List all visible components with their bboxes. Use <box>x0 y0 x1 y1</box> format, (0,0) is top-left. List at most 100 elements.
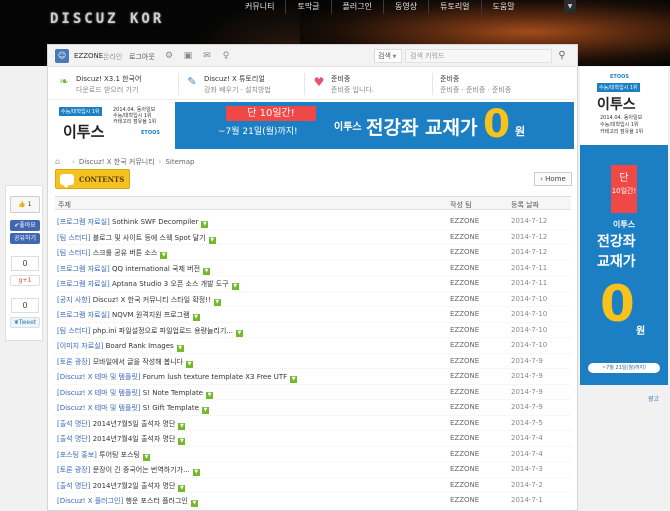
nav-plugins[interactable]: 플러그인 <box>330 0 383 14</box>
avatar[interactable]: ☺ <box>55 49 69 63</box>
chevron-down-icon[interactable]: ▼ <box>564 0 576 13</box>
row-category-link[interactable]: [출석 명단] <box>57 482 90 490</box>
row-subject-link[interactable]: 문장이 긴 중국어는 번역하기가... <box>93 466 190 474</box>
table-row[interactable]: [이미지 자료실] Board Rank Images ▼ EZZONE 2014-7… <box>55 338 571 354</box>
info-coming-soon-2[interactable]: 준비중 준비중 · 준비중 · 준비중 <box>440 73 570 97</box>
image-icon[interactable]: ▣ <box>183 51 193 61</box>
row-subject-link[interactable]: Board Rank Images <box>106 342 174 350</box>
row-category-link[interactable]: [Discuz! X 테마 및 템플릿] <box>57 404 141 412</box>
row-category-link[interactable]: [Discuz! X 테마 및 템플릿] <box>57 373 141 381</box>
table-row[interactable]: [팀 스터디] php.ini 파일설정으로 파일업로드 용량늘리기... ▼ EZ… <box>55 323 571 338</box>
table-row[interactable]: [공지 사항] Discuz! X 한국 커뮤니티 스타일 확정!! ▼ EZZON… <box>55 292 571 307</box>
table-row[interactable]: [출석 명단] 2014년7월5일 출석자 명단 ▼ EZZONE 2014-7-5 <box>55 416 571 431</box>
nav-community[interactable]: 커뮤니티 <box>234 0 285 14</box>
row-subject-link[interactable]: Aptana Studio 3 오픈 소스 개발 도구 <box>112 280 229 288</box>
row-subject-link[interactable]: QQ international 국제 버전 <box>112 265 200 273</box>
row-subject-link[interactable]: Discuz! X 한국 커뮤니티 스타일 확정!! <box>93 296 211 304</box>
nav-videos[interactable]: 동영상 <box>383 0 428 14</box>
row-subject-link[interactable]: Sothink SWF Decompiler <box>112 218 198 226</box>
row-category-link[interactable]: [포스팅 홍보] <box>57 451 97 459</box>
site-logo[interactable]: DISCUZ KOR <box>50 11 164 27</box>
table-row[interactable]: [팀 스터디] 스크롤 공유 버튼 소스 ▼ EZZONE 2014-7-12 <box>55 245 571 261</box>
bulb-icon[interactable]: ♀ <box>221 51 231 61</box>
search-scope-select[interactable]: 검색 ▼ <box>374 49 402 63</box>
mail-icon[interactable]: ✉ <box>202 51 212 61</box>
heart-icon: ♥ <box>313 75 325 89</box>
row-subject-link[interactable]: 스크롤 공유 버튼 소스 <box>93 249 158 257</box>
chat-icon: ✎ <box>187 75 197 88</box>
info-download[interactable]: ❧ Discuz! X3.1 한국어 다운로드 받으러 가기 <box>57 73 177 97</box>
gear-icon[interactable]: ⚙ <box>164 51 174 61</box>
table-row[interactable]: [Discuz! X 테마 및 템플릿] S! Gift Template ▼ EZ… <box>55 400 571 416</box>
row-category-link[interactable]: [프로그램 자료실] <box>57 280 110 288</box>
like-button[interactable]: ✔좋아요 <box>10 220 40 231</box>
row-category-link[interactable]: [팀 스터디] <box>57 327 90 335</box>
contents-tab[interactable]: CONTENTS <box>55 169 130 189</box>
table-row[interactable]: [출석 명단] 2014년7월4일 출석자 명단 ▼ EZZONE 2014-7-4 <box>55 431 571 447</box>
row-subject-link[interactable]: 2014년7월2일 출석자 명단 <box>93 482 176 490</box>
row-subject-link[interactable]: 모바일에서 글을 작성해 봅니다 <box>93 358 183 366</box>
side-ad-link[interactable]: 광고 <box>648 394 659 403</box>
row-category-link[interactable]: [토론 광장] <box>57 466 90 474</box>
home-icon[interactable]: ⌂ <box>55 158 63 166</box>
table-row[interactable]: [프로그램 자료실] QQ international 국제 버전 ▼ EZZONE… <box>55 261 571 276</box>
table-row[interactable]: [프로그램 자료실] Sothink SWF Decompiler ▼ EZZONE… <box>55 214 571 230</box>
online-status: 온라인 <box>103 53 123 61</box>
row-subject-link[interactable]: 블로그 및 사이트 등에 스웩 Spot 달기 <box>93 234 206 242</box>
info-tutorial[interactable]: ✎ Discuz! X 튜토리얼 강좌 배우기 · 설치방법 <box>185 73 305 97</box>
new-post-icon: ▼ <box>206 391 213 399</box>
row-category-link[interactable]: [팀 스터디] <box>57 249 90 257</box>
thumbs-up-icon: 👍 <box>18 201 26 208</box>
info-coming-soon[interactable]: ♥ 준비중 준비중 입니다. <box>312 73 432 97</box>
table-row[interactable]: [출석 명단] 2014년7월2일 출석자 명단 ▼ EZZONE 2014-7-2 <box>55 478 571 493</box>
logout-link[interactable]: 로그아웃 <box>129 52 155 62</box>
row-category-link[interactable]: [Discuz! X 플러그인] <box>57 497 123 505</box>
row-category-link[interactable]: [출석 명단] <box>57 435 90 443</box>
table-row[interactable]: [Discuz! X 플러그인] 행운 포스터 플러그인 ▼ EZZONE 2014-… <box>55 493 571 509</box>
row-category-link[interactable]: [토론 광장] <box>57 358 90 366</box>
table-row[interactable]: [Discuz! X 테마 및 템플릿] Forum lush texture … <box>55 369 571 385</box>
new-post-icon: ▼ <box>231 283 239 290</box>
row-category-link[interactable]: [팀 스터디] <box>57 234 90 242</box>
nav-snippets[interactable]: 토막글 <box>285 0 330 14</box>
row-subject-link[interactable]: S! Gift Template <box>143 404 199 412</box>
row-category-link[interactable]: [출석 명단] <box>57 420 90 428</box>
row-date: 2014-7-10 <box>511 325 548 334</box>
row-subject-link[interactable]: 행운 포스터 플러그인 <box>125 497 187 505</box>
row-subject-link[interactable]: 2014년7월4일 출석자 명단 <box>93 435 176 443</box>
table-row[interactable]: [팀 스터디] 블로그 및 사이트 등에 스웩 Spot 달기 ▼ EZZONE 20… <box>55 230 571 245</box>
table-row[interactable]: [프로그램 자료실] Aptana Studio 3 오픈 소스 개발 도구 ▼ E… <box>55 276 571 292</box>
banner-ad[interactable]: 수능/대학입시 1위 2014.04. 동아일보 수능/대학입시 1위 카테고리… <box>51 102 574 149</box>
search-icon[interactable]: ⚲ <box>555 49 569 63</box>
side-banner-ad[interactable]: ETOOS 수능/대학입시 1위 이투스 2014.04. 동아일보 수능/대학… <box>580 67 668 385</box>
facebook-share-button[interactable]: 공유하기 <box>10 233 40 244</box>
table-row[interactable]: [Discuz! X 테마 및 템플릿] S! Note Template ▼ EZ… <box>55 385 571 400</box>
row-category-link[interactable]: [프로그램 자료실] <box>57 265 110 273</box>
breadcrumb-community[interactable]: Discuz! X 한국 커뮤니티 <box>79 157 155 167</box>
side-ad-year-line3: 카테고리 점유율 1위 <box>600 129 644 135</box>
row-category-link[interactable]: [이미지 자료실] <box>57 342 103 350</box>
row-subject-link[interactable]: S! Note Template <box>143 389 203 397</box>
row-category-link[interactable]: [Discuz! X 테마 및 템플릿] <box>57 389 141 397</box>
table-row[interactable]: [토론 광장] 모바일에서 글을 작성해 봅니다 ▼ EZZONE 2014-7-9 <box>55 354 571 369</box>
row-subject-link[interactable]: php.ini 파일설정으로 파일업로드 용량늘리기... <box>93 327 233 335</box>
search-input[interactable] <box>405 49 552 63</box>
table-row[interactable]: [토론 광장] 문장이 긴 중국어는 번역하기가... ▼ EZZONE 2014-7… <box>55 462 571 478</box>
row-subject-link[interactable]: NQVM 원격지원 프로그램 <box>112 311 190 319</box>
home-button[interactable]: ‹ Home <box>534 172 572 186</box>
row-subject-link[interactable]: 2014년7월5일 출석자 명단 <box>93 420 176 428</box>
username-link[interactable]: EZZONE <box>74 52 103 60</box>
row-category-link[interactable]: [공지 사항] <box>57 296 90 304</box>
new-post-icon: ▼ <box>192 469 200 476</box>
table-row[interactable]: [프로그램 자료실] NQVM 원격지원 프로그램 ▼ EZZONE 2014-7-1… <box>55 307 571 323</box>
gplus-button[interactable]: g+1 <box>10 275 40 286</box>
row-subject-link[interactable]: Forum lush texture template X3 Free UTF <box>143 373 287 381</box>
banner-ribbon: 단 10일간! <box>226 106 316 121</box>
row-category-link[interactable]: [프로그램 자료실] <box>57 218 110 226</box>
table-row[interactable]: [포스팅 홍보] 투어팅 포스팅 ▼ EZZONE 2014-7-4 <box>55 447 571 462</box>
row-subject-link[interactable]: 투어팅 포스팅 <box>99 451 140 459</box>
row-category-link[interactable]: [프로그램 자료실] <box>57 311 110 319</box>
nav-tutorials[interactable]: 튜토리얼 <box>428 0 480 14</box>
tweet-button[interactable]: ❦Tweet <box>10 317 40 328</box>
nav-help[interactable]: 도움말 <box>480 0 526 14</box>
